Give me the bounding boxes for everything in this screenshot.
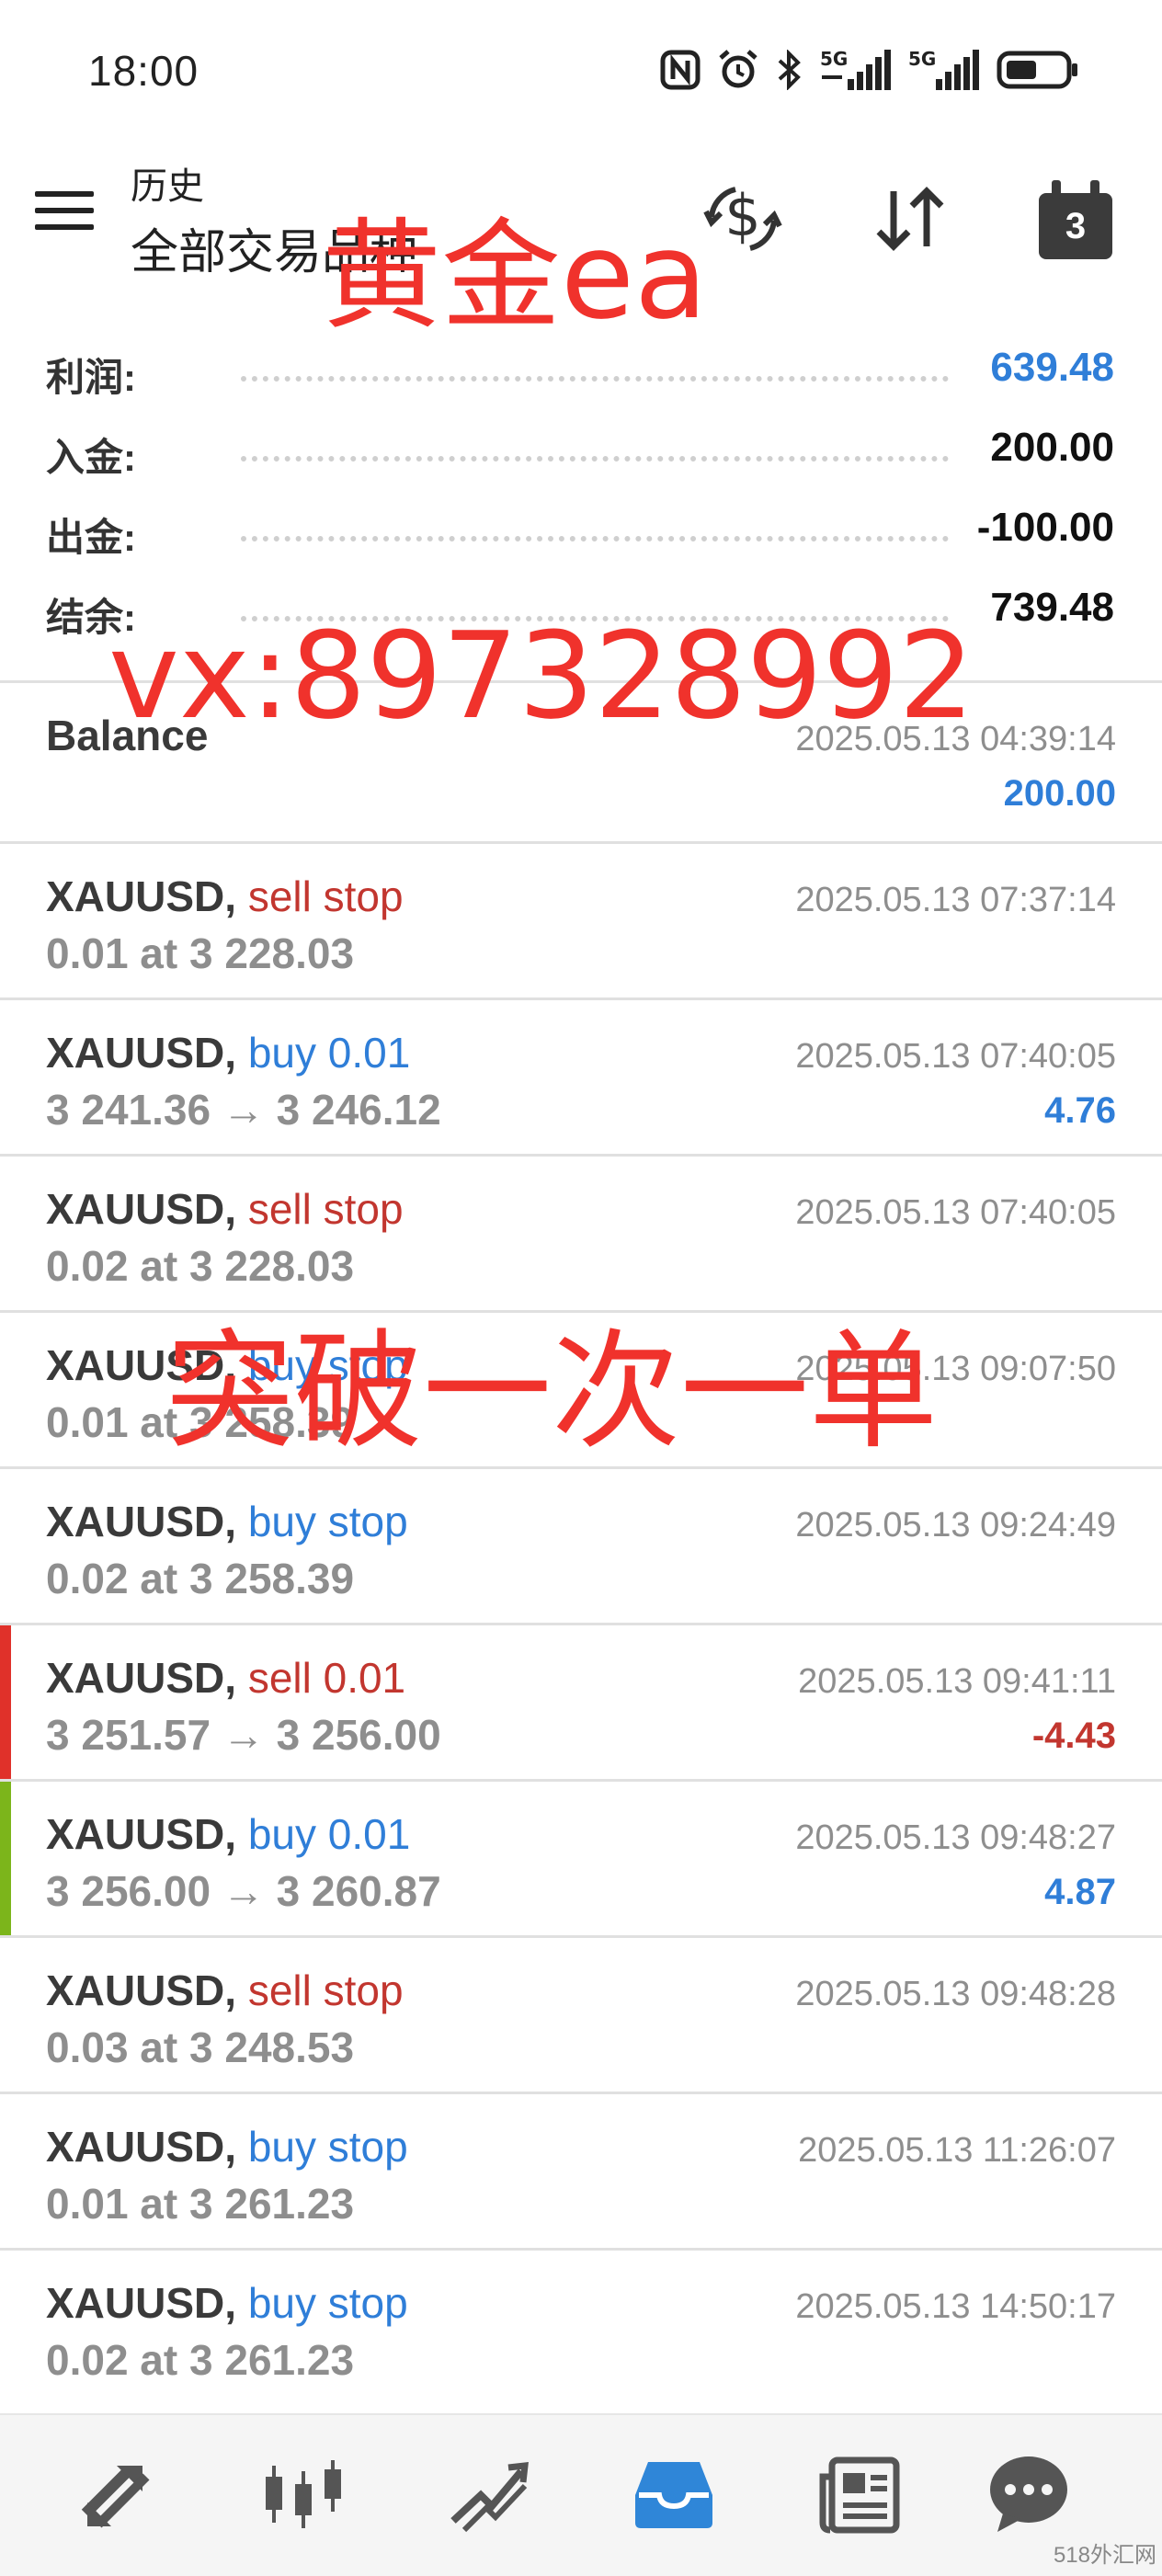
battery-icon [997,51,1077,89]
nav-history[interactable] [623,2443,724,2544]
calendar-icon: 3 [1039,180,1112,259]
deal-detail: 3 251.57 → 3 256.00 [46,1711,441,1759]
signal-5g-icon: 5G [820,48,892,92]
deal-profit: 200.00 [1003,773,1116,814]
deal-action: sell stop [247,1185,404,1233]
profit-marker [0,1782,11,1935]
deal-time: 2025.05.13 14:50:17 [795,2287,1116,2326]
list-item[interactable]: XAUUSD, sell stop 0.02 at 3 228.03 2025.… [0,1154,1162,1310]
deal-profit: 4.76 [1044,1090,1116,1131]
loss-marker [0,1625,11,1779]
dotted-leader [241,536,949,541]
currency-exchange-icon: $ [703,182,782,251]
deal-symbol: XAUUSD, sell stop [46,1966,404,2014]
nav-chart[interactable] [252,2443,353,2544]
status-bar: 18:00 5G 5G [0,0,1162,138]
summary-label: 入金: [46,436,136,479]
deal-time: 2025.05.13 09:24:49 [795,1506,1116,1544]
summary-value: 200.00 [990,425,1114,470]
list-item[interactable]: XAUUSD, buy stop 0.01 at 3 261.23 2025.0… [0,2092,1162,2248]
deal-symbol: XAUUSD, sell stop [46,872,404,920]
list-item[interactable]: XAUUSD, buy stop 0.02 at 3 261.23 2025.0… [0,2248,1162,2404]
deal-time: 2025.05.13 07:40:05 [795,1037,1116,1076]
deal-action: buy stop [247,2123,408,2171]
deal-profit: -4.43 [1031,1715,1116,1756]
deal-time: 2025.05.13 07:37:14 [795,881,1116,919]
sort-button[interactable] [866,175,954,263]
summary-row-deposit: 入金: 200.00 [0,416,1162,496]
deal-detail: 3 256.00 → 3 260.87 [46,1867,441,1915]
watermark-text: 突破一次一单 [165,1317,939,1467]
nav-chat[interactable] [978,2443,1079,2544]
list-item[interactable]: XAUUSD, buy stop 0.02 at 3 258.39 2025.0… [0,1466,1162,1623]
list-item[interactable]: XAUUSD, buy 0.01 3 256.00 → 3 260.87 202… [0,1779,1162,1935]
summary-label: 出金: [46,516,136,559]
list-item[interactable]: XAUUSD, sell stop 0.01 at 3 228.03 2025.… [0,841,1162,997]
watermark-text: vx:897328992 [108,606,975,746]
calendar-button[interactable]: 3 [1031,175,1120,263]
dotted-leader [241,376,949,382]
list-item[interactable]: XAUUSD, sell stop 0.03 at 3 248.53 2025.… [0,1935,1162,2092]
signal-5g-icon: 5G [908,48,980,92]
deal-time: 2025.05.13 09:41:11 [798,1662,1116,1701]
chat-icon [990,2456,1067,2532]
deal-symbol: XAUUSD, buy 0.01 [46,1029,411,1077]
deal-action: buy 0.01 [247,1029,411,1077]
deal-symbol: XAUUSD, buy 0.01 [46,1810,411,1858]
summary-value: 639.48 [990,345,1114,390]
deal-detail: 3 241.36 → 3 246.12 [46,1086,441,1134]
deal-profit: 4.87 [1044,1872,1116,1912]
deal-time: 2025.05.13 11:26:07 [798,2131,1116,2170]
summary-value: -100.00 [976,505,1114,550]
status-icons: 5G 5G [660,48,1079,92]
deal-action: buy 0.01 [247,1810,411,1858]
currency-exchange-button[interactable]: $ [699,175,787,263]
deal-detail: 0.03 at 3 248.53 [46,2023,355,2071]
dotted-leader [241,456,949,462]
deal-detail: 0.02 at 3 228.03 [46,1242,355,1290]
quotes-icon [81,2466,150,2528]
corner-logo: 518外汇网 [1053,2543,1156,2568]
deal-time: 2025.05.13 07:40:05 [795,1193,1116,1232]
nfc-icon [660,50,701,90]
deal-action: sell stop [247,872,404,920]
nav-trade[interactable] [438,2443,539,2544]
deal-symbol: XAUUSD, sell stop [46,1185,404,1233]
nav-quotes[interactable] [66,2443,167,2544]
deal-symbol: XAUUSD, sell 0.01 [46,1654,406,1702]
history-icon [635,2462,712,2528]
deal-time: 2025.05.13 09:48:27 [795,1818,1116,1857]
deal-detail: 0.02 at 3 258.39 [46,1555,355,1602]
deal-action: buy stop [247,1498,408,1545]
bottom-navigation [0,2413,1162,2576]
trade-icon [450,2462,529,2533]
status-time: 18:00 [88,47,199,95]
summary-row-withdrawal: 出金: -100.00 [0,496,1162,576]
deal-action: sell stop [247,1966,404,2014]
summary-row-profit: 利润: 639.48 [0,336,1162,416]
page-subtitle: 历史 [131,166,204,207]
summary-label: 利润: [46,356,136,399]
deal-symbol: XAUUSD, buy stop [46,2123,408,2171]
deal-detail: 0.01 at 3 228.03 [46,929,355,977]
deal-detail: 0.01 at 3 261.23 [46,2180,355,2228]
deal-detail: 0.02 at 3 261.23 [46,2336,355,2384]
list-item[interactable]: XAUUSD, sell 0.01 3 251.57 → 3 256.00 20… [0,1623,1162,1779]
sort-icon [876,187,944,251]
deal-time: 2025.05.13 09:48:28 [795,1975,1116,2013]
nav-news[interactable] [809,2443,910,2544]
deal-symbol: XAUUSD, buy stop [46,1498,408,1545]
summary-value: 739.48 [990,585,1114,630]
alarm-icon [719,50,758,88]
watermark-text: 黄金ea [322,206,708,346]
list-item[interactable]: XAUUSD, buy 0.01 3 241.36 → 3 246.12 202… [0,997,1162,1154]
news-icon [819,2456,900,2534]
chart-icon [266,2460,341,2528]
history-list: Balance 2025.05.13 04:39:14 200.00 XAUUS… [0,680,1162,2404]
deal-action: buy stop [247,2279,408,2327]
deal-symbol: XAUUSD, buy stop [46,2279,408,2327]
deal-action: sell 0.01 [247,1654,406,1702]
menu-button[interactable] [35,191,94,237]
bluetooth-icon [778,50,801,90]
